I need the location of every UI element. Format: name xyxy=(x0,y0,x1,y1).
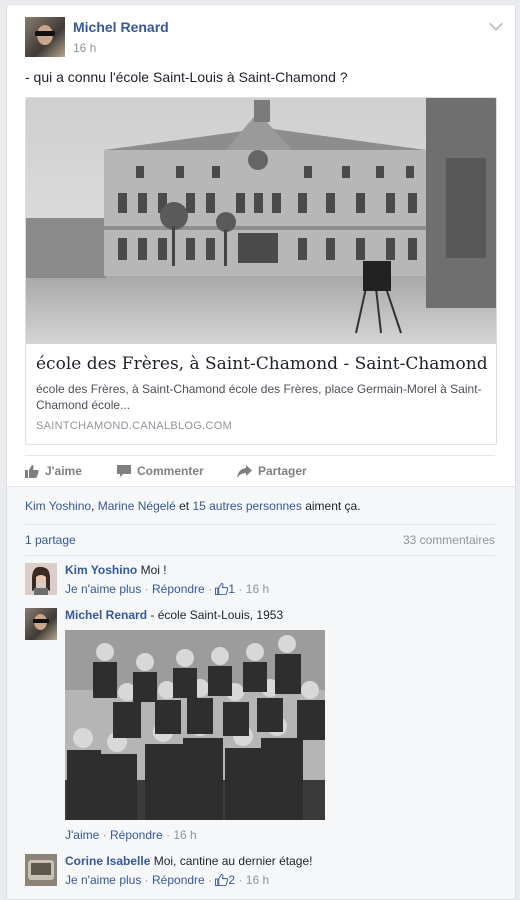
reply-link[interactable]: Répondre xyxy=(152,873,205,887)
divider xyxy=(25,555,495,556)
comment-author[interactable]: Kim Yoshino xyxy=(65,563,137,577)
comment-photo[interactable] xyxy=(65,630,325,820)
liker-name[interactable]: Marine Négelé xyxy=(98,499,176,513)
meta-dot: · xyxy=(141,873,153,887)
commenter-avatar[interactable] xyxy=(25,563,57,595)
comment-label: Commenter xyxy=(137,464,204,478)
comment-meta: Je n'aime plus · Répondre · 1 · 16 h xyxy=(65,582,269,596)
meta-dot: · xyxy=(235,873,246,887)
comment-time[interactable]: 16 h xyxy=(173,828,196,842)
likes-summary: Kim Yoshino, Marine Négelé et 15 autres … xyxy=(25,499,361,513)
share-arrow-icon xyxy=(237,465,252,479)
shares-count[interactable]: 1 partage xyxy=(25,533,76,547)
comment-meta: Je n'aime plus · Répondre · 2 · 16 h xyxy=(65,873,269,887)
liker-name[interactable]: Kim Yoshino xyxy=(25,499,91,513)
meta-dot: · xyxy=(162,828,174,842)
comment-body: Corine Isabelle Moi, cantine au dernier … xyxy=(65,854,312,868)
commenter-avatar[interactable] xyxy=(25,608,57,640)
comment-body: Michel Renard - école Saint-Louis, 1953 xyxy=(65,608,283,622)
commenter-avatar[interactable] xyxy=(25,854,57,886)
reply-link[interactable]: Répondre xyxy=(110,828,163,842)
comment-time[interactable]: 16 h xyxy=(246,873,269,887)
share-label: Partager xyxy=(258,464,307,478)
comment-text: - école Saint-Louis, 1953 xyxy=(147,608,284,622)
avatar-glasses xyxy=(35,31,55,36)
thumbs-up-icon xyxy=(215,874,229,886)
link-domain: SAINTCHAMOND.CANALBLOG.COM xyxy=(36,420,233,432)
comment-like-link[interactable]: J'aime xyxy=(65,828,99,842)
post-card: Michel Renard 16 h - qui a connu l'école… xyxy=(6,4,516,900)
post-actions: J'aime Commenter Partager xyxy=(25,455,495,486)
chevron-down-icon[interactable] xyxy=(488,16,504,32)
comments-count[interactable]: 33 commentaires xyxy=(403,533,495,547)
like-label: J'aime xyxy=(45,464,82,478)
meta-dot: · xyxy=(204,873,216,887)
comment-time[interactable]: 16 h xyxy=(246,582,269,596)
comment-author[interactable]: Corine Isabelle xyxy=(65,854,150,868)
comment-author[interactable]: Michel Renard xyxy=(65,608,147,622)
post-status-text: - qui a connu l'école Saint-Louis à Sain… xyxy=(25,69,348,85)
comment-body: Kim Yoshino Moi ! xyxy=(65,563,167,577)
other-likers-link[interactable]: 15 autres personnes xyxy=(192,499,301,513)
likes-suffix: aiment ça. xyxy=(301,499,361,513)
divider xyxy=(25,524,495,525)
stats-row: 1 partage 33 commentaires xyxy=(25,533,495,547)
feedback-section: Kim Yoshino, Marine Négelé et 15 autres … xyxy=(7,486,515,899)
meta-dot: · xyxy=(204,582,216,596)
comment-text: Moi, cantine au dernier étage! xyxy=(153,854,313,868)
comment-icon xyxy=(117,465,131,478)
post-author-name[interactable]: Michel Renard xyxy=(73,19,169,35)
likes-and: et xyxy=(175,499,193,513)
comment-button[interactable]: Commenter xyxy=(117,464,204,478)
meta-dot: · xyxy=(99,828,110,842)
link-description: école des Frères, à Saint-Chamond école … xyxy=(36,382,482,412)
comment-text: Moi ! xyxy=(140,563,167,577)
post-timestamp[interactable]: 16 h xyxy=(73,41,96,55)
author-avatar[interactable] xyxy=(25,17,65,57)
like-button[interactable]: J'aime xyxy=(25,464,82,479)
link-title[interactable]: école des Frères, à Saint-Chamond - Sain… xyxy=(36,354,488,374)
meta-dot: · xyxy=(141,582,153,596)
link-preview-image[interactable] xyxy=(26,98,496,344)
thumbs-up-icon xyxy=(215,583,229,595)
share-button[interactable]: Partager xyxy=(237,464,307,479)
likes-separator: , xyxy=(91,499,98,513)
unlike-link[interactable]: Je n'aime plus xyxy=(65,873,141,887)
unlike-link[interactable]: Je n'aime plus xyxy=(65,582,141,596)
thumbs-up-icon xyxy=(25,465,39,479)
reply-link[interactable]: Répondre xyxy=(152,582,205,596)
meta-dot: · xyxy=(235,582,246,596)
comment-meta: J'aime · Répondre · 16 h xyxy=(65,828,197,842)
link-preview[interactable]: école des Frères, à Saint-Chamond - Sain… xyxy=(25,97,497,445)
